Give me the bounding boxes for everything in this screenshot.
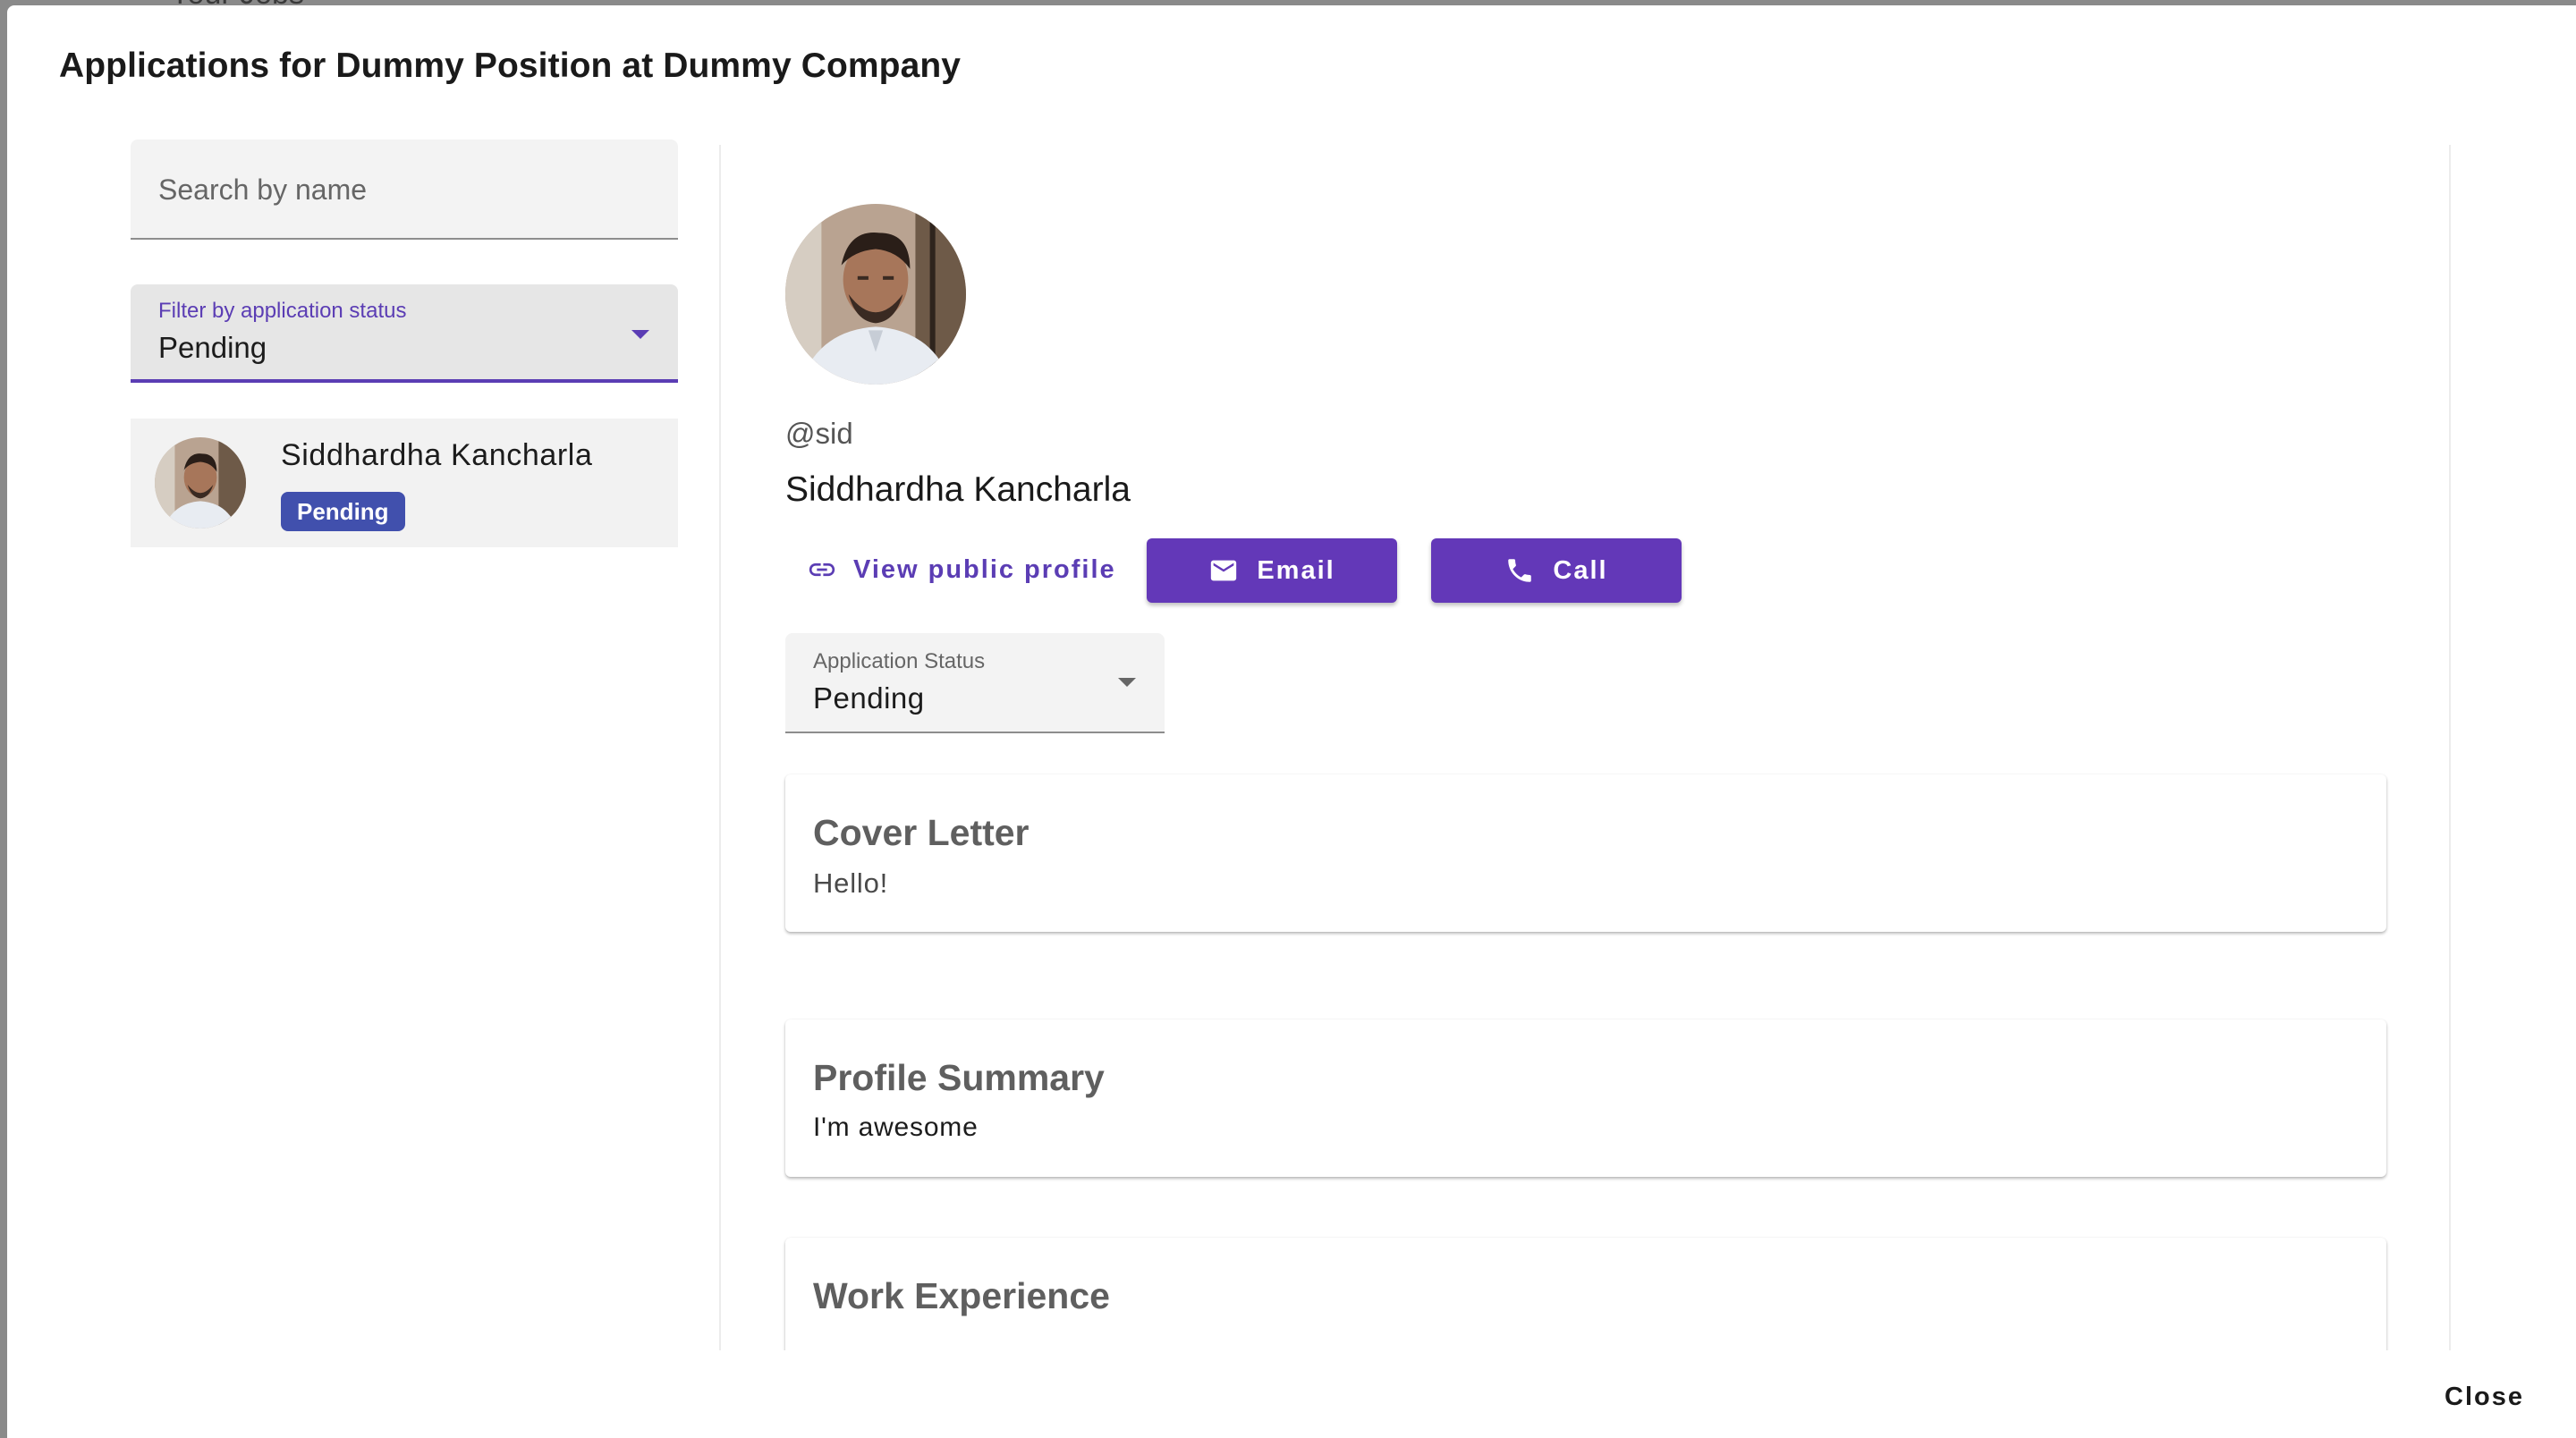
panel-divider-right <box>2449 145 2451 1356</box>
phone-icon <box>1504 555 1535 586</box>
cover-letter-title: Cover Letter <box>813 812 1030 853</box>
search-input[interactable] <box>158 170 659 209</box>
applications-dialog: Applications for Dummy Position at Dummy… <box>7 5 2576 1438</box>
view-public-profile-link[interactable]: View public profile <box>794 538 1129 601</box>
dialog-footer: Close <box>7 1350 2576 1438</box>
profile-summary-title: Profile Summary <box>813 1057 1105 1098</box>
link-icon <box>807 554 837 585</box>
cover-letter-body: Hello! <box>813 867 889 899</box>
dialog-title: Applications for Dummy Position at Dummy… <box>59 47 962 85</box>
call-button[interactable]: Call <box>1431 538 1682 603</box>
profile-avatar <box>785 204 966 385</box>
search-field[interactable] <box>131 140 678 240</box>
chevron-down-icon <box>1118 678 1136 687</box>
status-filter-label: Filter by application status <box>158 299 407 323</box>
cover-letter-card: Cover Letter Hello! <box>785 774 2386 932</box>
profile-summary-card: Profile Summary I'm awesome <box>785 1019 2386 1177</box>
email-button[interactable]: Email <box>1147 538 1397 603</box>
view-public-profile-label: View public profile <box>853 554 1116 584</box>
panel-divider <box>719 145 721 1356</box>
applicant-name: Siddhardha Kancharla <box>281 438 593 472</box>
profile-name: Siddhardha Kancharla <box>785 470 1131 509</box>
application-status-select[interactable]: Application Status Pending <box>785 633 1165 733</box>
work-experience-title: Work Experience <box>813 1275 1110 1316</box>
application-status-value: Pending <box>813 681 925 715</box>
call-button-label: Call <box>1553 555 1608 585</box>
application-status-label: Application Status <box>813 649 986 673</box>
status-filter-select[interactable]: Filter by application status Pending <box>131 284 678 383</box>
profile-summary-body: I'm awesome <box>813 1112 979 1142</box>
mail-icon <box>1208 555 1239 586</box>
status-filter-value: Pending <box>158 331 267 364</box>
applicant-avatar <box>155 437 246 529</box>
close-button[interactable]: Close <box>2445 1383 2524 1412</box>
chevron-down-icon <box>631 330 649 339</box>
status-badge: Pending <box>281 492 405 531</box>
profile-handle: @sid <box>785 417 853 450</box>
applicants-sidebar: Filter by application status Pending Sid… <box>131 140 680 1356</box>
email-button-label: Email <box>1257 555 1335 585</box>
applicant-list-item[interactable]: Siddhardha Kancharla Pending <box>131 419 678 547</box>
